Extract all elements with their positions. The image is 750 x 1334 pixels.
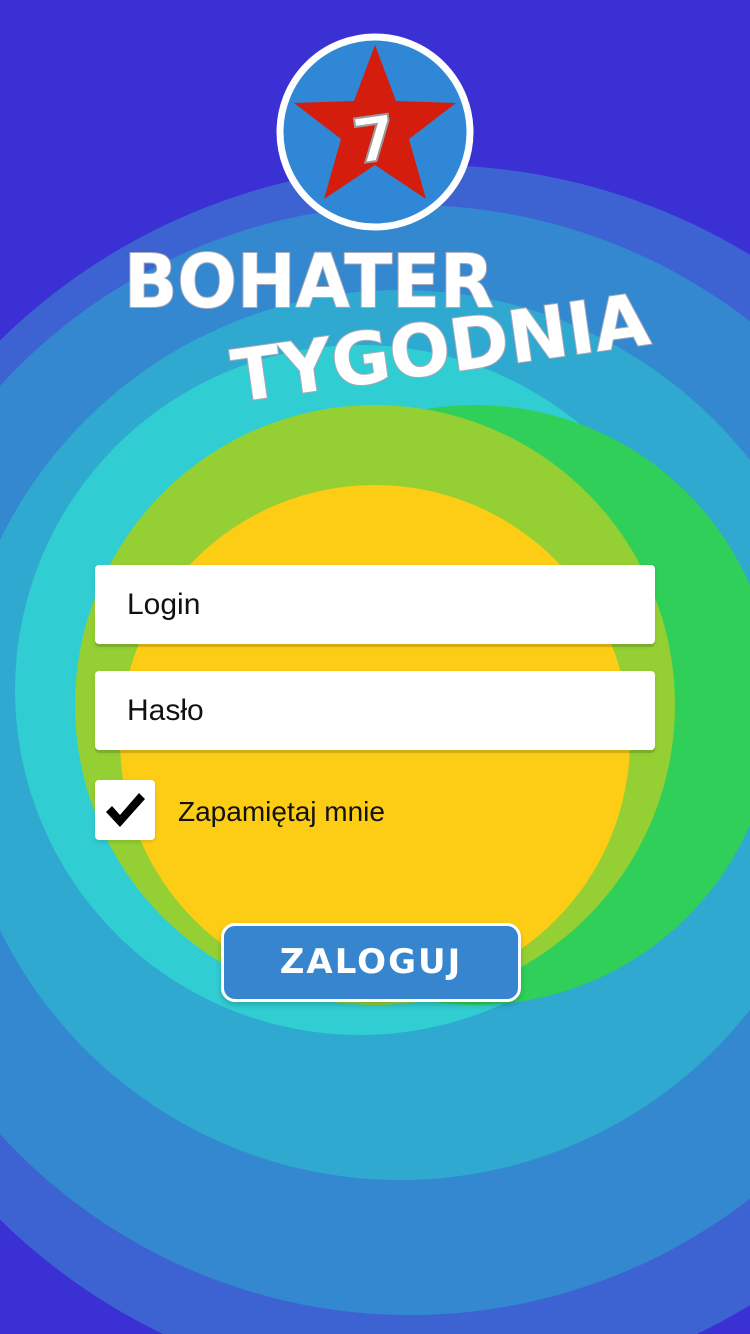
login-placeholder: Login: [127, 588, 201, 621]
logo-badge: 7: [276, 33, 474, 231]
login-button-label: ZALOGUJ: [279, 942, 463, 982]
login-button[interactable]: ZALOGUJ: [221, 923, 521, 1002]
password-input[interactable]: Hasło: [95, 671, 655, 750]
checkmark-icon: [106, 793, 145, 827]
password-placeholder: Hasło: [127, 694, 204, 727]
remember-me-label: Zapamiętaj mnie: [178, 796, 385, 827]
login-screen: 7 BOHATER TYGODNIA Login Hasło Zapamięta…: [0, 0, 750, 1334]
remember-me-checkbox[interactable]: [95, 780, 155, 840]
login-input[interactable]: Login: [95, 565, 655, 644]
